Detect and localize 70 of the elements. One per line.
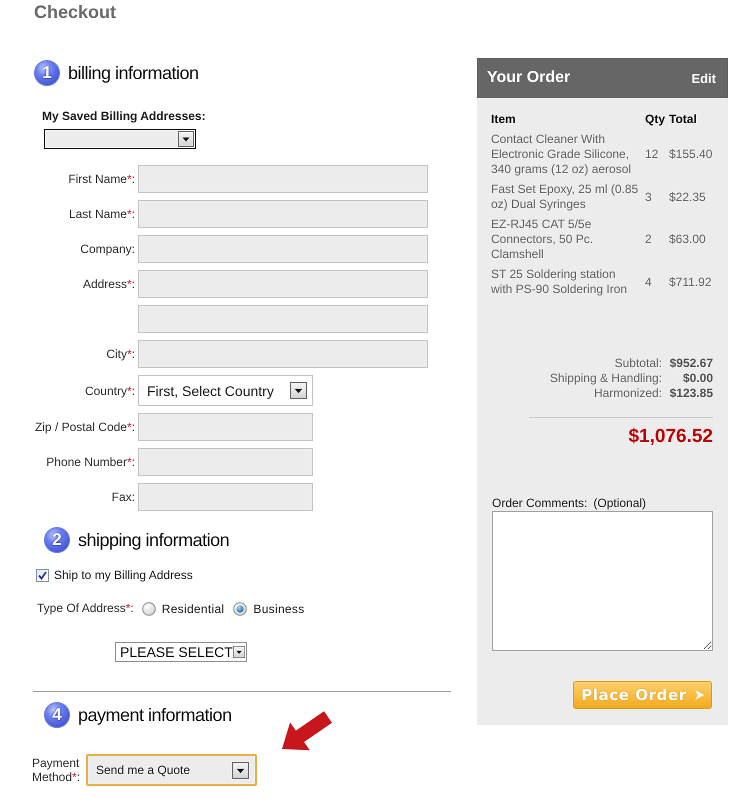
input-field[interactable] [138, 305, 428, 333]
panel-title: Your Order [487, 69, 570, 87]
total-value: $123.85 [668, 386, 713, 401]
input-field[interactable] [138, 165, 428, 193]
optional-hint: (Optional) [593, 496, 646, 511]
section-title: billing information [68, 62, 199, 84]
item-qty: 3 [645, 190, 652, 204]
item-total: $22.35 [669, 190, 706, 204]
dropdown[interactable]: First, Select Country [138, 375, 313, 406]
dropdown[interactable]: Send me a Quote [86, 754, 257, 786]
saved-addresses-label: My Saved Billing Addresses: [41, 109, 207, 123]
item-name: EZ-RJ45 CAT 5/5e Connectors, 50 Pc. Clamshell [491, 217, 594, 262]
dropdown[interactable] [44, 129, 196, 149]
column-header: Qty [645, 112, 666, 127]
item-name: Fast Set Epoxy, 25 ml (0.85 oz) Dual Syringes [491, 182, 640, 212]
total-value: $952.67 [668, 356, 713, 371]
caret-icon [232, 644, 245, 660]
radio-button[interactable] [233, 602, 248, 616]
field-label: Type Of Address*: [37, 600, 134, 614]
radio-label: Residential [162, 602, 224, 616]
step-number-badge: 2 [44, 527, 70, 553]
field-label: Country*: [84, 384, 135, 398]
step-number-badge: 1 [34, 60, 60, 86]
item-total: $711.92 [669, 274, 712, 290]
column-header: Item [491, 112, 516, 127]
column-header: Total [669, 112, 697, 127]
field-label: City*: [106, 347, 135, 361]
field-label: Address*: [82, 277, 135, 291]
field-label: Company: [80, 242, 135, 256]
item-total: $63.00 [669, 232, 706, 247]
step-number-badge: 4 [44, 702, 70, 728]
item-qty: 2 [645, 232, 652, 247]
field-label: Fax: [112, 490, 135, 504]
checkbox[interactable] [36, 568, 49, 582]
total-label: Harmonized: [592, 386, 662, 401]
input-field[interactable] [138, 483, 313, 511]
field-label: Zip / Postal Code*: [34, 420, 135, 434]
field-label: First Name*: [68, 172, 135, 186]
input-field[interactable] [138, 200, 428, 228]
input-field[interactable] [138, 270, 428, 298]
caret-icon [290, 382, 307, 399]
section-title: payment information [78, 704, 232, 726]
field-label: Payment Method*: [32, 756, 82, 784]
caret-icon [232, 762, 249, 778]
item-name: Contact Cleaner With Electronic Grade Silicone, 340 grams (12 oz) aerosol [491, 132, 632, 177]
dropdown[interactable]: PLEASE SELECT [115, 642, 247, 662]
checkbox-label: Ship to my Billing Address [54, 568, 193, 582]
item-name: ST 25 Soldering station with PS-90 Soldering Iron [491, 267, 628, 297]
radio-label: Business [253, 602, 304, 616]
field-label: Last Name*: [68, 207, 135, 221]
input-field[interactable] [138, 340, 428, 368]
section-title: shipping information [78, 529, 230, 551]
item-qty: 4 [645, 274, 652, 290]
input-field[interactable] [138, 413, 313, 441]
comments-field[interactable] [492, 511, 713, 651]
page-title: Checkout [33, 1, 118, 23]
caret-icon [178, 131, 194, 147]
field-label: Phone Number*: [46, 455, 135, 469]
item-qty: 12 [645, 147, 658, 162]
total-label: Shipping & Handling: [550, 371, 662, 386]
total-value: $0.00 [682, 371, 713, 386]
arrowhead-icon [694, 690, 704, 700]
total-label: Subtotal: [614, 356, 662, 371]
item-total: $155.40 [669, 147, 712, 162]
input-field[interactable] [138, 448, 313, 476]
edit-link[interactable]: Edit [691, 70, 716, 86]
comments-label: Order Comments: [492, 496, 588, 511]
input-field[interactable] [138, 235, 428, 263]
radio-button[interactable] [142, 602, 156, 616]
grand-total: $1,076.52 [627, 426, 713, 448]
